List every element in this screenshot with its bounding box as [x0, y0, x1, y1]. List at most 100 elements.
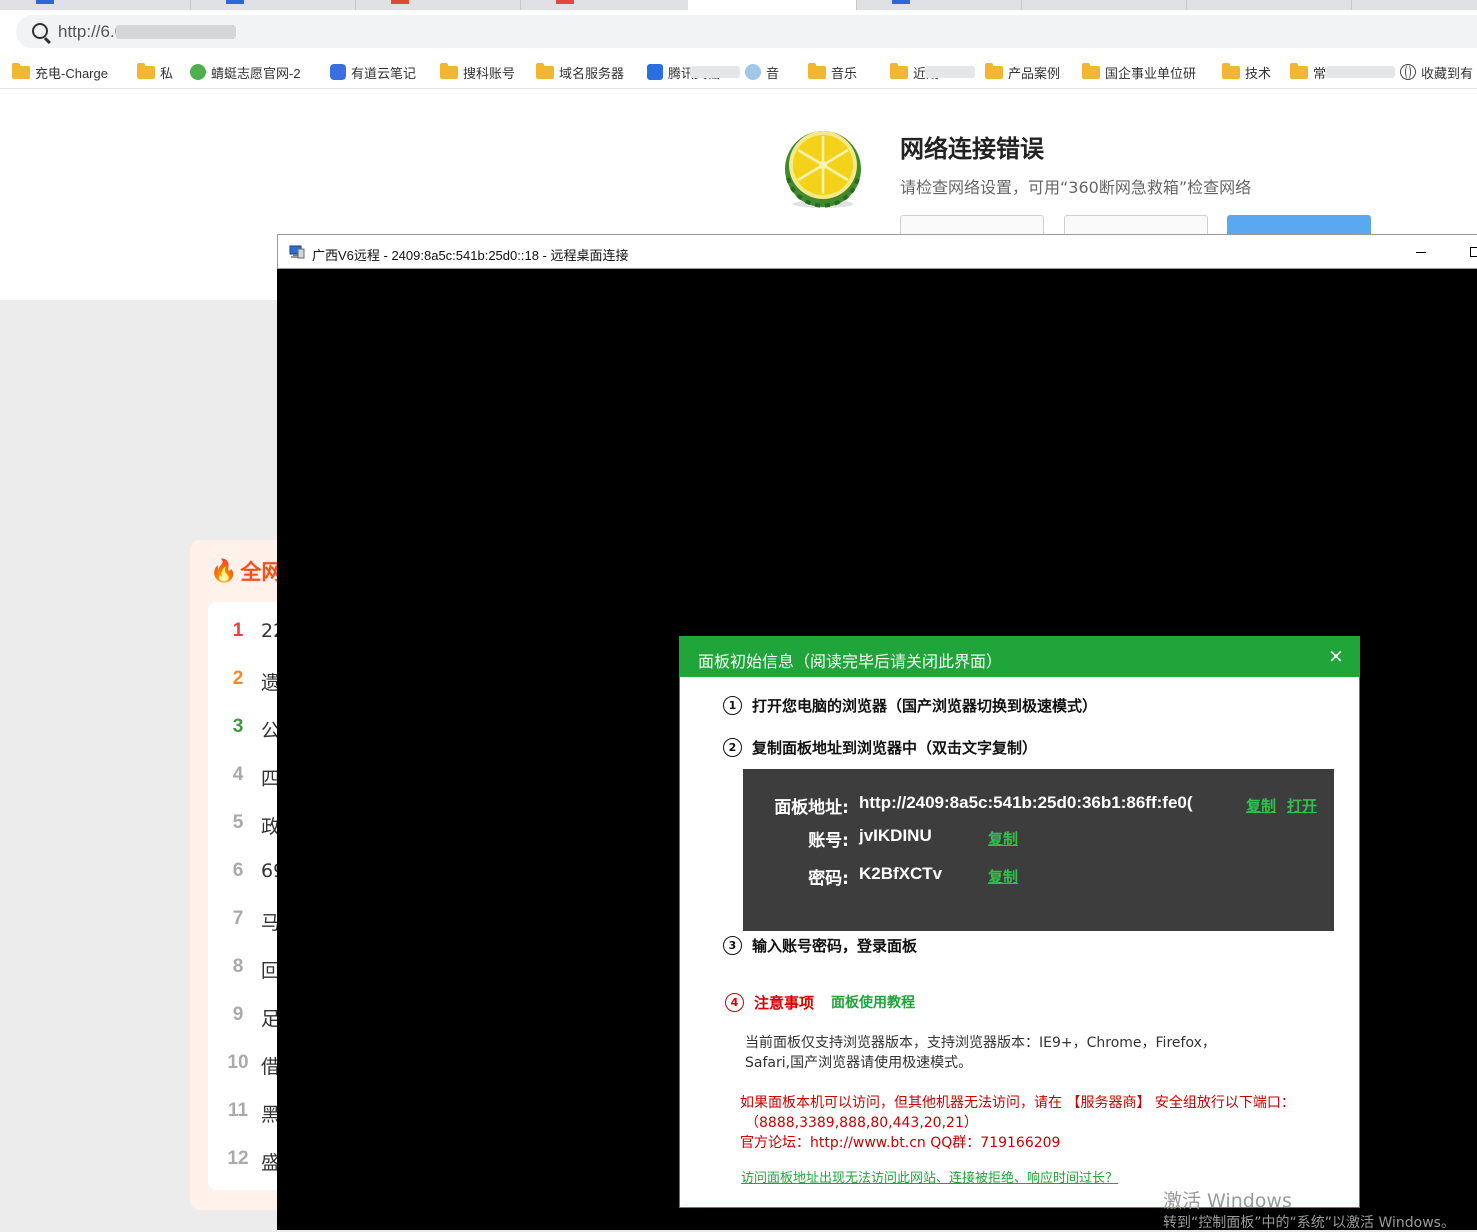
bookmark-item[interactable]: 搜科账号 — [440, 62, 515, 82]
remote-desktop-titlebar[interactable]: 广西V6远程 - 2409:8a5c:541b:25d0::18 - 远程桌面连… — [277, 234, 1477, 269]
bookmark-label: 音乐 — [831, 65, 858, 81]
bookmark-label: 蜻蜓志愿官网-2 — [211, 65, 301, 81]
credentials-box: 面板地址: http://2409:8a5c:541b:25d0:36b1:86… — [743, 769, 1334, 931]
password-value[interactable]: K2BfXCTv — [859, 864, 942, 884]
flame-icon: 🔥 — [210, 558, 238, 584]
folder-icon — [1222, 62, 1240, 79]
open-address-link[interactable]: 打开 — [1287, 795, 1317, 816]
browser-tab[interactable] — [190, 0, 356, 10]
minimize-icon[interactable] — [1416, 252, 1426, 253]
activation-watermark: 激活 Windows — [1163, 1190, 1292, 1212]
search-icon — [32, 23, 48, 39]
step-number: 4 — [725, 993, 744, 1012]
lemon-icon — [785, 131, 861, 208]
browser-tab[interactable] — [1351, 0, 1477, 10]
tab-favicon — [556, 0, 574, 4]
step-text: 打开您电脑的浏览器（国产浏览器切换到极速模式） — [752, 697, 1098, 715]
browser-tab-active[interactable] — [688, 0, 857, 10]
hot-rank: 7 — [232, 908, 244, 929]
tab-favicon — [226, 0, 244, 4]
bookmark-item[interactable]: 有道云笔记 — [330, 62, 416, 82]
hot-rank: 2 — [232, 668, 244, 689]
doc-icon — [647, 64, 663, 80]
bookmark-label: 产品案例 — [1008, 65, 1061, 81]
error-title: 网络连接错误 — [900, 135, 1044, 163]
bookmark-label: 搜科账号 — [463, 65, 516, 81]
bookmark-label: 充电-Charge — [35, 65, 108, 81]
address-label: 面板地址: — [774, 798, 849, 818]
hot-rank: 9 — [232, 1004, 244, 1025]
step-text: 输入账号密码，登录面板 — [752, 937, 918, 955]
bookmark-item[interactable]: 私 — [137, 62, 173, 82]
folder-icon — [1082, 62, 1100, 79]
password-row: 密码: K2BfXCTv 复制 — [743, 864, 1334, 889]
port-list: （8888,3389,888,80,443,20,21） — [745, 1115, 978, 1131]
browser-note: 当前面板仅支持浏览器版本，支持浏览器版本：IE9+，Chrome，Firefox… — [745, 1035, 1216, 1051]
address-row: 面板地址: http://2409:8a5c:541b:25d0:36b1:86… — [743, 793, 1334, 818]
step-text: 复制面板地址到浏览器中（双击文字复制） — [752, 739, 1038, 757]
browser-tab[interactable] — [0, 0, 191, 10]
address-value[interactable]: http://2409:8a5c:541b:25d0:36b1:86ff:fe0… — [859, 793, 1193, 813]
browser-tab[interactable] — [856, 0, 1022, 10]
bookmark-item[interactable]: 蜻蜓志愿官网-2 — [190, 62, 301, 82]
site-icon — [190, 64, 206, 80]
account-row: 账号: jvIKDINU 复制 — [743, 826, 1334, 851]
tab-favicon — [892, 0, 910, 4]
account-label: 账号: — [808, 831, 849, 851]
close-icon[interactable]: × — [1328, 645, 1344, 667]
step-number: 1 — [723, 696, 742, 715]
bookmark-item[interactable]: 产品案例 — [985, 62, 1060, 82]
step-number: 3 — [723, 936, 742, 955]
bookmark-label: 私 — [160, 65, 174, 81]
panel-info-dialog: 面板初始信息（阅读完毕后请关闭此界面） × 1 打开您电脑的浏览器（国产浏览器切… — [679, 636, 1360, 1208]
folder-icon — [890, 62, 908, 79]
step-2: 2 复制面板地址到浏览器中（双击文字复制） — [723, 737, 1037, 758]
bookmark-item[interactable]: 音 — [745, 62, 779, 82]
hot-rank: 5 — [232, 812, 244, 833]
bookmark-label: 收藏到有 — [1421, 65, 1474, 81]
bookmark-label: 有道云笔记 — [351, 65, 417, 81]
address-blur — [116, 25, 236, 39]
address-bar-row: http://6.05 — [0, 10, 1477, 56]
browser-tab[interactable] — [520, 0, 689, 10]
browser-tab[interactable] — [1021, 0, 1187, 10]
tutorial-link[interactable]: 面板使用教程 — [831, 992, 915, 1012]
browser-tab[interactable] — [355, 0, 521, 10]
folder-icon — [808, 62, 826, 79]
notice-title: 注意事项 — [754, 994, 815, 1012]
hot-rank: 3 — [232, 716, 244, 737]
bookmark-item[interactable]: 技术 — [1222, 62, 1271, 82]
bookmark-item[interactable]: 域名服务器 — [536, 62, 624, 82]
hot-list-header: 🔥 全网 — [210, 556, 282, 586]
browser-tab[interactable] — [1186, 0, 1352, 10]
copy-account-link[interactable]: 复制 — [988, 828, 1018, 849]
bookmark-item[interactable]: 充电-Charge — [12, 62, 108, 82]
site-icon — [745, 64, 761, 80]
dialog-title: 面板初始信息（阅读完毕后请关闭此界面） — [698, 652, 1003, 671]
bookmarks-bar: 充电-Charge 私 蜻蜓志愿官网-2 有道云笔记 搜科账号 域名服务器 腾讯… — [0, 56, 1477, 89]
tab-strip — [0, 0, 1477, 10]
bookmark-item[interactable]: 常 — [1290, 62, 1326, 82]
bookmark-item[interactable]: 音乐 — [808, 62, 857, 82]
bookmark-item[interactable]: 国企事业单位研 — [1082, 62, 1196, 82]
note-icon — [330, 64, 346, 80]
step-1: 1 打开您电脑的浏览器（国产浏览器切换到极速模式） — [723, 695, 1097, 716]
hot-rank: 11 — [227, 1100, 249, 1121]
forum-note: 官方论坛：http://www.bt.cn QQ群：719166209 — [740, 1135, 1061, 1151]
address-bar[interactable]: http://6.05 — [16, 15, 1477, 48]
globe-icon — [1400, 64, 1416, 80]
folder-icon — [12, 62, 30, 79]
maximize-icon[interactable] — [1470, 247, 1477, 257]
hot-rank: 6 — [232, 860, 244, 881]
bookmark-blur — [1325, 66, 1395, 78]
browser-note: Safari,国产浏览器请使用极速模式。 — [745, 1055, 973, 1071]
faq-link[interactable]: 访问面板地址出现无法访问此网站、连接被拒绝、响应时间过长？ — [741, 1167, 1118, 1186]
account-value[interactable]: jvIKDINU — [859, 826, 932, 846]
copy-password-link[interactable]: 复制 — [988, 866, 1018, 887]
bookmark-item[interactable]: 收藏到有 — [1400, 62, 1473, 82]
hot-rank: 8 — [232, 956, 244, 977]
bookmark-blur — [690, 66, 740, 78]
step-4: 4 注意事项 — [725, 992, 814, 1013]
copy-address-link[interactable]: 复制 — [1246, 795, 1276, 816]
bookmark-label: 国企事业单位研 — [1105, 65, 1197, 81]
